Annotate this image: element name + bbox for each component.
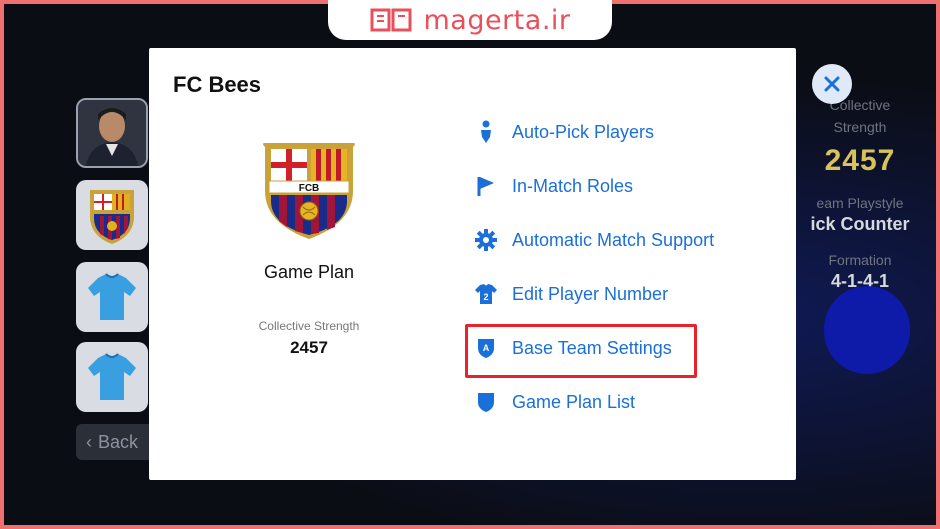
menu-item-label: Auto-Pick Players <box>512 121 655 142</box>
menu-item-label: Edit Player Number <box>512 283 669 304</box>
formation-label: Formation <box>828 252 892 268</box>
person-pin-icon <box>474 120 498 144</box>
gear-icon <box>474 228 498 252</box>
jersey-icon <box>88 273 136 320</box>
collective-strength-value: 2457 <box>290 338 328 357</box>
home-kit-tile[interactable] <box>76 262 148 332</box>
menu-item-label: Game Plan List <box>512 391 636 412</box>
team-playstyle-value: ick Counter <box>810 214 910 234</box>
back-label: Back <box>98 431 139 452</box>
shield-letter: A <box>483 343 490 353</box>
manager-portrait-tile[interactable] <box>76 98 148 168</box>
club-crest-small-icon <box>90 190 134 244</box>
menu-item-label: Base Team Settings <box>512 337 672 358</box>
club-crest-tile[interactable] <box>76 180 148 250</box>
crest-text: FCB <box>299 183 320 194</box>
menu-item-edit-player-number[interactable]: 2 Edit Player Number <box>474 282 668 306</box>
manager-portrait <box>78 100 146 166</box>
collective-strength-label: Collective Strength <box>258 319 360 333</box>
menu-item-automatic-match-support[interactable]: Automatic Match Support <box>474 228 714 252</box>
watermark-banner: magerta.ir <box>328 0 612 40</box>
jersey-number-icon: 2 <box>474 282 498 306</box>
book-logo-icon <box>370 8 412 32</box>
menu-item-label: In-Match Roles <box>512 175 634 196</box>
club-crest-icon: FCB <box>263 143 355 239</box>
modal-title: FC Bees <box>173 72 262 97</box>
menu-item-label: Automatic Match Support <box>512 229 715 250</box>
jersey-icon <box>88 353 136 400</box>
flag-icon <box>474 174 498 198</box>
close-button[interactable] <box>812 64 852 104</box>
team-stats-panel: Collective Strength 2457 eam Playstyle i… <box>800 94 920 306</box>
team-playstyle-label: eam Playstyle <box>816 195 904 211</box>
back-button[interactable]: ‹ Back <box>76 424 156 460</box>
jersey-number: 2 <box>483 292 488 302</box>
watermark-text: magerta.ir <box>423 4 571 36</box>
menu-item-in-match-roles[interactable]: In-Match Roles <box>474 174 633 198</box>
game-plan-label: Game Plan <box>263 262 355 282</box>
background-shape <box>824 286 910 374</box>
menu-item-auto-pick-players[interactable]: Auto-Pick Players <box>474 120 654 144</box>
chevron-left-icon: ‹ <box>86 431 92 452</box>
close-icon <box>824 76 840 92</box>
shield-a-icon: A <box>474 336 498 360</box>
away-kit-tile[interactable] <box>76 342 148 412</box>
collective-strength-value: 2457 <box>824 144 896 177</box>
menu-item-game-plan-list[interactable]: Game Plan List <box>474 390 635 414</box>
shield-icon <box>474 390 498 414</box>
team-menu-modal: FC Bees FCB Game Plan Collective Strengt… <box>149 48 796 480</box>
menu-item-base-team-settings[interactable]: A Base Team Settings <box>474 336 672 360</box>
